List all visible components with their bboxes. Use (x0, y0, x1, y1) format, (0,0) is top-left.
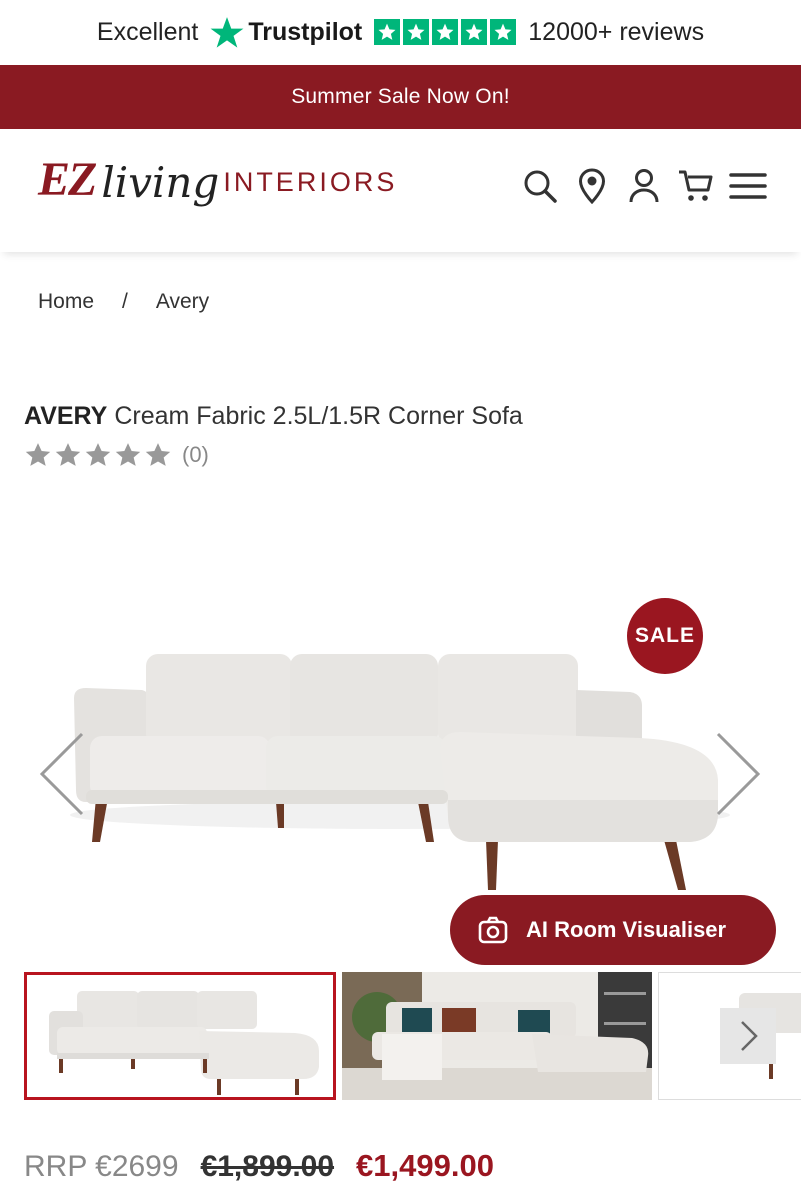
trustpilot-stars (374, 19, 517, 45)
breadcrumb-home[interactable]: Home (38, 290, 94, 314)
rating-count: (0) (182, 442, 209, 467)
location-pin-icon[interactable] (573, 166, 611, 206)
search-icon[interactable] (521, 166, 559, 206)
thumbnail-2[interactable] (342, 972, 652, 1100)
star-icon (115, 443, 141, 466)
trustpilot-star-box-icon (403, 19, 430, 45)
thumbnail-1[interactable] (24, 972, 336, 1100)
trustpilot-star-box-icon (490, 19, 517, 45)
breadcrumb: Home / Avery (38, 290, 209, 314)
trustpilot-bar[interactable]: Excellent Trustpilot 12000+ reviews (0, 0, 801, 64)
site-logo[interactable]: EZ living INTERIORS (38, 156, 397, 204)
cart-icon[interactable] (677, 166, 715, 206)
chevron-left-icon[interactable] (36, 730, 88, 823)
logo-interiors: INTERIORS (223, 167, 398, 197)
site-header: EZ living INTERIORS (0, 130, 801, 252)
star-icon (55, 443, 81, 466)
product-title: AVERY Cream Fabric 2.5L/1.5R Corner Sofa (24, 402, 523, 431)
star-icon (85, 443, 111, 466)
sale-badge: SALE (627, 598, 703, 674)
header-icons (521, 166, 767, 206)
trustpilot-brand: Trustpilot (248, 17, 363, 46)
thumbnail-next-button[interactable] (720, 1008, 776, 1064)
trustpilot-review-count: 12000+ reviews (528, 17, 705, 46)
trustpilot-rating-word: Excellent (96, 17, 199, 46)
product-rating[interactable]: (0) (24, 442, 209, 468)
promo-text: Summer Sale Now On! (291, 85, 510, 108)
thumbnail-strip (24, 972, 801, 1102)
logo-living: living (101, 158, 220, 207)
trustpilot-star-box-icon (374, 19, 401, 45)
ai-room-visualiser-button[interactable]: AI Room Visualiser (450, 895, 776, 965)
menu-icon[interactable] (729, 166, 767, 206)
breadcrumb-current[interactable]: Avery (156, 290, 209, 314)
camera-icon (478, 916, 508, 944)
breadcrumb-separator: / (122, 290, 128, 313)
was-price: €1,899.00 (200, 1150, 335, 1183)
ai-button-label: AI Room Visualiser (526, 917, 727, 942)
account-icon[interactable] (625, 166, 663, 206)
product-name-rest: Cream Fabric 2.5L/1.5R Corner Sofa (114, 402, 523, 430)
rrp-price: RRP €2699 (24, 1150, 179, 1183)
logo-ez: EZ (38, 153, 97, 206)
price-block: RRP €2699 €1,899.00 €1,499.00 (24, 1148, 494, 1184)
star-icon (145, 443, 171, 466)
rating-stars (24, 442, 172, 468)
trustpilot-star-box-icon (461, 19, 488, 45)
trustpilot-logo: Trustpilot (210, 15, 362, 49)
chevron-right-icon (741, 1021, 758, 1051)
sale-price: €1,499.00 (356, 1148, 494, 1183)
chevron-right-icon[interactable] (712, 730, 764, 823)
trustpilot-star-box-icon (432, 19, 459, 45)
trustpilot-star-icon (210, 17, 244, 48)
star-icon (25, 443, 51, 466)
promo-banner[interactable]: Summer Sale Now On! (0, 65, 801, 129)
product-name-bold: AVERY (24, 402, 108, 430)
